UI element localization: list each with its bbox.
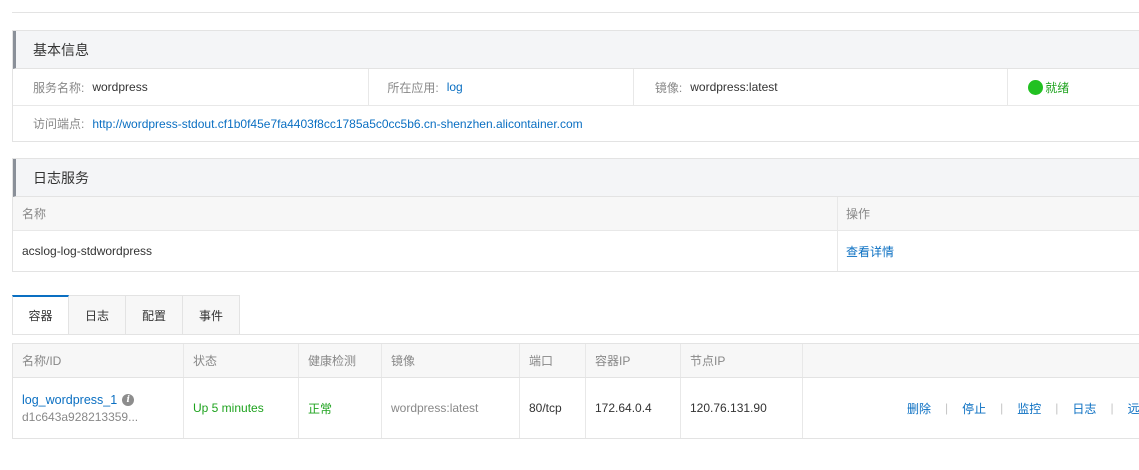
delete-link[interactable]: 删除 <box>907 400 931 417</box>
status-cell: 就绪 <box>1008 69 1139 105</box>
status-text: 就绪 <box>1045 80 1070 95</box>
log-service-name: acslog-log-stdwordpress <box>13 231 838 271</box>
col-port: 端口 <box>520 344 586 377</box>
col-name-id: 名称/ID <box>13 344 184 377</box>
logs-link[interactable]: 日志 <box>1072 400 1096 417</box>
top-divider <box>12 12 1139 13</box>
view-details-link[interactable]: 查看详情 <box>846 245 894 259</box>
basic-info-row: 服务名称: wordpress 所在应用: log 镜像: wordpress:… <box>13 69 1139 106</box>
container-name-link[interactable]: log_wordpress_1 <box>22 393 117 407</box>
tab-bar: 容器 日志 配置 事件 <box>12 295 240 335</box>
service-name-cell: 服务名称: wordpress <box>13 69 370 105</box>
tab-divider <box>12 334 1139 335</box>
col-image: 镜像 <box>382 344 520 377</box>
container-ip: 172.64.0.4 <box>586 378 681 438</box>
container-actions: 删除 | 停止 | 监控 | 日志 | 远 <box>907 400 1139 417</box>
basic-info-title: 基本信息 <box>13 31 1139 69</box>
tab-config[interactable]: 配置 <box>126 295 183 335</box>
log-col-name: 名称 <box>13 197 838 230</box>
image-value: wordpress:latest <box>690 80 778 94</box>
remote-link[interactable]: 远 <box>1128 400 1139 417</box>
app-cell: 所在应用: log <box>369 69 634 105</box>
container-name-cell: log_wordpress_1 i d1c643a928213359... <box>13 378 184 438</box>
tab-events[interactable]: 事件 <box>183 295 240 335</box>
node-ip: 120.76.131.90 <box>681 378 803 438</box>
containers-table: 名称/ID 状态 健康检测 镜像 端口 容器IP 节点IP log_wordpr… <box>12 343 1139 439</box>
image-label: 镜像: <box>654 80 683 95</box>
col-actions <box>803 344 1139 377</box>
container-port: 80/tcp <box>520 378 586 438</box>
service-name-value: wordpress <box>92 80 148 94</box>
log-service-panel: 日志服务 名称 操作 acslog-log-stdwordpress 查看详情 <box>12 158 1139 272</box>
status-dot-icon <box>1028 79 1044 95</box>
log-service-title: 日志服务 <box>13 159 1139 197</box>
table-row: log_wordpress_1 i d1c643a928213359... Up… <box>13 378 1139 438</box>
log-service-table-header: 名称 操作 <box>13 197 1139 231</box>
table-row: acslog-log-stdwordpress 查看详情 <box>13 231 1139 271</box>
containers-table-header: 名称/ID 状态 健康检测 镜像 端口 容器IP 节点IP <box>13 344 1139 378</box>
app-label: 所在应用: <box>387 80 439 95</box>
status-badge: 就绪 <box>1028 79 1069 96</box>
tab-containers[interactable]: 容器 <box>12 295 69 335</box>
container-health: 正常 <box>299 378 382 438</box>
endpoint-row: 访问端点: http://wordpress-stdout.cf1b0f45e7… <box>13 106 1139 141</box>
service-name-label: 服务名称: <box>33 80 85 95</box>
col-health: 健康检测 <box>299 344 382 377</box>
app-link[interactable]: log <box>447 80 463 94</box>
endpoint-link[interactable]: http://wordpress-stdout.cf1b0f45e7fa4403… <box>92 117 582 131</box>
endpoint-label: 访问端点: <box>33 117 85 131</box>
container-status: Up 5 minutes <box>184 378 299 438</box>
container-image: wordpress:latest <box>382 378 520 438</box>
log-col-action: 操作 <box>846 207 871 221</box>
col-status: 状态 <box>184 344 299 377</box>
col-container-ip: 容器IP <box>586 344 681 377</box>
tab-logs[interactable]: 日志 <box>69 295 126 335</box>
basic-info-panel: 基本信息 服务名称: wordpress 所在应用: log 镜像: wordp… <box>12 30 1139 142</box>
info-icon[interactable]: i <box>122 393 135 406</box>
col-node-ip: 节点IP <box>681 344 803 377</box>
container-id: d1c643a928213359... <box>22 409 139 424</box>
image-cell: 镜像: wordpress:latest <box>634 69 1009 105</box>
endpoint-cell: 访问端点: http://wordpress-stdout.cf1b0f45e7… <box>13 106 583 141</box>
monitor-link[interactable]: 监控 <box>1017 400 1041 417</box>
stop-link[interactable]: 停止 <box>962 400 986 417</box>
